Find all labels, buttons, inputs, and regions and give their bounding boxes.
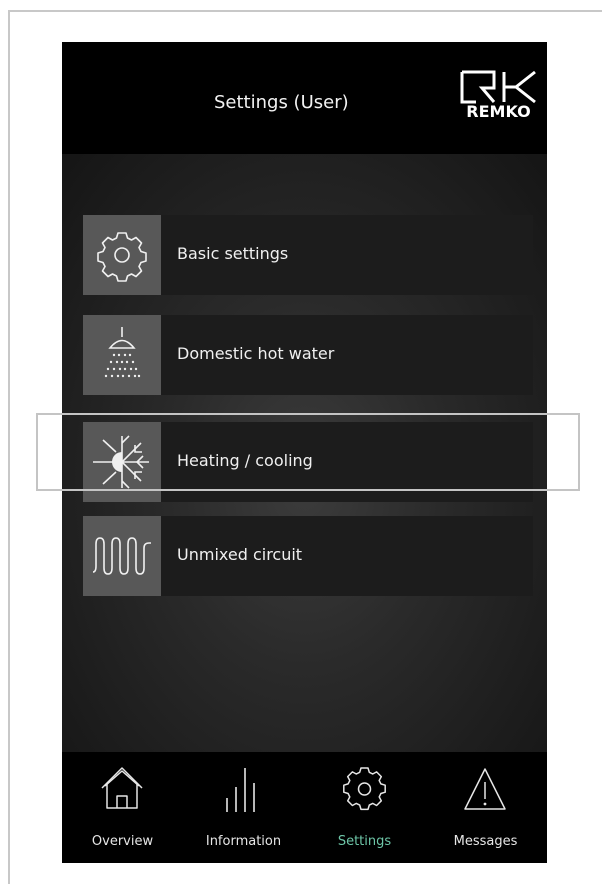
selection-highlight: [36, 413, 580, 491]
frame-left-border: [8, 10, 10, 884]
bottom-tab-bar: Overview Information Settings Messages: [62, 752, 547, 863]
menu-item-unmixed-circuit[interactable]: Unmixed circuit: [83, 516, 533, 596]
menu-item-domestic-hot-water[interactable]: Domestic hot water: [83, 315, 533, 395]
home-icon: [101, 767, 143, 809]
logo-text: REMKO: [466, 102, 531, 121]
tab-label: Messages: [453, 834, 518, 849]
menu-item-basic-settings[interactable]: Basic settings: [83, 215, 533, 295]
menu-item-label: Basic settings: [177, 244, 289, 263]
gear-icon: [83, 215, 161, 295]
tab-label: Settings: [337, 834, 392, 849]
gear-icon: [343, 767, 386, 811]
menu-item-label: Unmixed circuit: [177, 545, 303, 564]
remko-logo: REMKO: [460, 70, 537, 126]
warning-icon: [464, 768, 506, 810]
menu-item-label: Domestic hot water: [177, 344, 335, 363]
page-title: Settings (User): [214, 92, 349, 113]
header-bar: Settings (User) REMKO: [62, 42, 547, 154]
shower-icon: [83, 315, 161, 395]
tab-messages[interactable]: Messages: [425, 752, 546, 863]
tab-overview[interactable]: Overview: [62, 752, 183, 863]
heating-coil-icon: [83, 516, 161, 596]
tab-label: Overview: [91, 834, 154, 849]
bars-icon: [226, 768, 255, 812]
frame-top-border: [8, 10, 602, 12]
tab-settings[interactable]: Settings: [304, 752, 425, 863]
tab-label: Information: [205, 834, 282, 849]
tab-information[interactable]: Information: [183, 752, 304, 863]
logo-mark-icon: [460, 70, 536, 104]
